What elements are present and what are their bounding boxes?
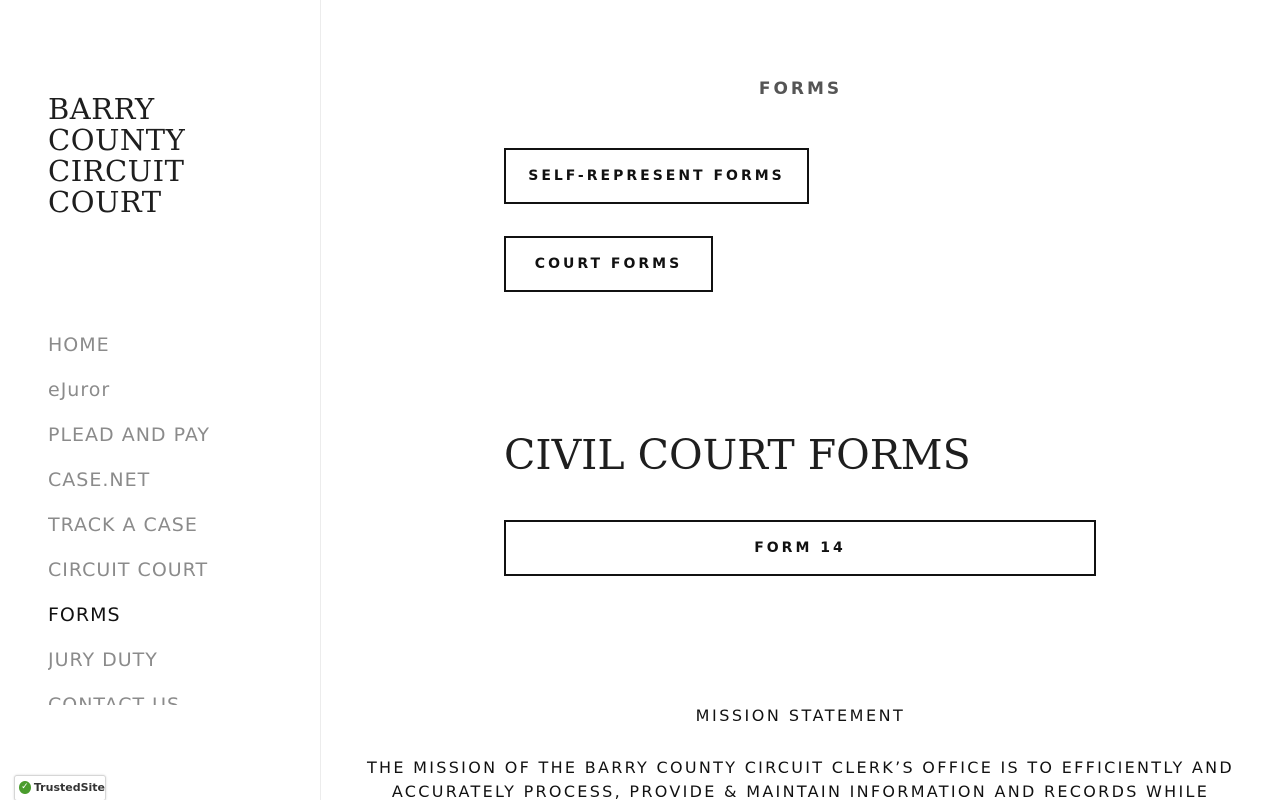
- nav-item-track-a-case[interactable]: TRACK A CASE: [48, 511, 298, 556]
- civil-court-forms-heading: CIVIL COURT FORMS: [504, 431, 971, 479]
- site-title-line: COURT: [48, 185, 162, 219]
- check-icon: ✓: [19, 781, 31, 794]
- nav-item-ejuror[interactable]: eJuror: [48, 376, 298, 421]
- site-title-line: BARRY: [48, 92, 155, 126]
- site-title-line: CIRCUIT: [48, 154, 185, 188]
- trustedsite-label: TrustedSite: [33, 781, 105, 794]
- nav-item-forms[interactable]: FORMS: [48, 601, 298, 646]
- nav-item-jury-duty[interactable]: JURY DUTY: [48, 646, 298, 691]
- court-forms-button[interactable]: COURT FORMS: [504, 236, 713, 292]
- site-title-line: COUNTY: [48, 123, 186, 157]
- self-represent-forms-button[interactable]: SELF-REPRESENT FORMS: [504, 148, 809, 204]
- nav-item-home[interactable]: HOME: [48, 331, 298, 376]
- nav-item-circuit-court[interactable]: CIRCUIT COURT: [48, 556, 298, 601]
- mission-statement-title: MISSION STATEMENT: [695, 706, 906, 725]
- section-label: FORMS: [758, 79, 843, 99]
- site-title[interactable]: BARRY COUNTY CIRCUIT COURT: [48, 94, 248, 218]
- trustedsite-badge[interactable]: ✓ TrustedSite: [14, 775, 106, 800]
- nav-item-plead-and-pay[interactable]: PLEAD AND PAY: [48, 421, 298, 466]
- form-14-button[interactable]: FORM 14: [504, 520, 1096, 576]
- main-nav: HOME eJuror PLEAD AND PAY CASE.NET TRACK…: [48, 331, 298, 705]
- sidebar: BARRY COUNTY CIRCUIT COURT HOME eJuror P…: [0, 0, 321, 800]
- mission-statement-text: THE MISSION OF THE BARRY COUNTY CIRCUIT …: [366, 758, 1235, 801]
- main-content: FORMS SELF-REPRESENT FORMS COURT FORMS C…: [321, 0, 1280, 801]
- nav-item-contact-us[interactable]: CONTACT US: [48, 691, 298, 705]
- nav-item-case-net[interactable]: CASE.NET: [48, 466, 298, 511]
